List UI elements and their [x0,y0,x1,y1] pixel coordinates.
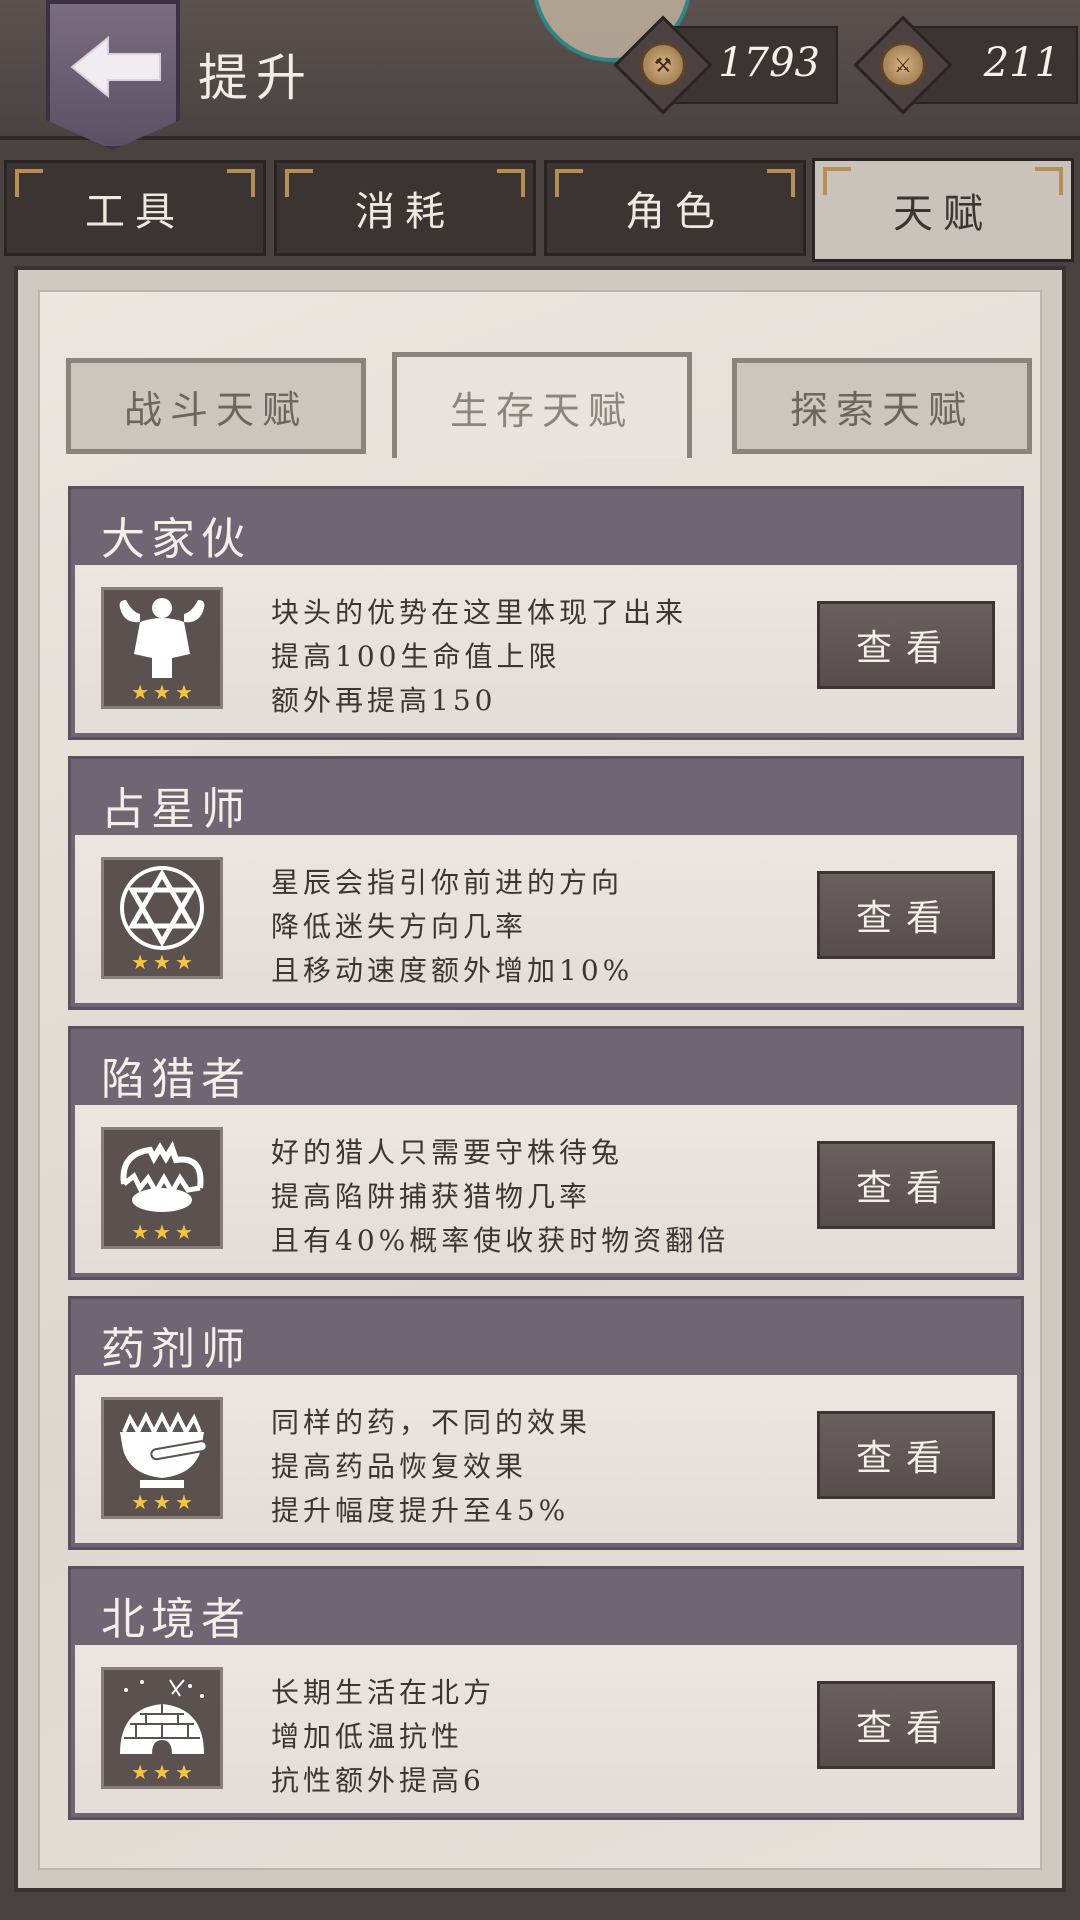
content-panel: 战斗天赋 生存天赋 探索天赋 大家伙 ★ ★ ★ 块头的优势在这里体现了出来 提… [14,266,1066,1892]
view-button-label: 查看 [855,628,956,669]
star-rating: ★ ★ ★ [131,1220,193,1244]
back-arrow-icon [70,35,161,99]
view-button[interactable]: 查看 [817,1681,995,1769]
page-title: 提升 [198,49,314,107]
tab-character[interactable]: 角色 [544,160,806,256]
talent-card: 陷猎者 ★ ★ ★ 好的猎人只需要守株待兔 提高陷阱捕获猎物几率 且有40%概率使收… [68,1026,1024,1280]
hexagram-icon: ★ ★ ★ [101,857,223,979]
talent-name: 陷猎者 [101,1054,251,1105]
talent-desc-line: 降低迷失方向几率 [271,910,528,943]
tab-label: 工具 [85,189,185,235]
currency-coins: ⚒ 1793 [613,15,840,115]
talent-name: 大家伙 [101,514,251,565]
view-button-label: 查看 [855,1168,956,1209]
main-tab-bar: 工具 消耗 角色 天赋 [0,150,1080,262]
star-rating: ★ ★ ★ [131,1490,193,1514]
tab-label: 消耗 [355,189,455,235]
back-button[interactable] [46,0,180,150]
tab-label: 角色 [625,189,725,235]
view-button[interactable]: 查看 [817,601,995,689]
currency-talent: ⚔ 211 [853,15,1080,115]
talent-desc-line: 同样的药，不同的效果 [271,1406,592,1439]
view-button-label: 查看 [855,898,956,939]
tab-label: 天赋 [893,191,993,237]
tab-talent[interactable]: 天赋 [812,158,1074,262]
talent-desc-line: 好的猎人只需要守株待兔 [271,1136,624,1169]
mortar-pestle-icon: ★ ★ ★ [101,1397,223,1519]
talent-name: 北境者 [101,1594,251,1645]
talent-card: 北境者 ★ ★ ★ 长期生活在北方 增加低温抗性 抗性额外提高6 查看 [68,1566,1024,1820]
talent-desc-line: 增加低温抗性 [271,1720,464,1753]
talent-desc-line: 长期生活在北方 [271,1676,496,1709]
talent-coin-icon: ⚔ [880,42,926,88]
view-button[interactable]: 查看 [817,871,995,959]
star-rating: ★ ★ ★ [131,680,193,704]
star-rating: ★ ★ ★ [131,1760,193,1784]
subtab-combat-talent[interactable]: 战斗天赋 [66,358,366,454]
talent-desc-line: 且移动速度额外增加10% [271,954,634,987]
currency-coins-value: 1793 [718,40,820,86]
view-button-label: 查看 [855,1438,956,1479]
subtab-label: 生存天赋 [449,389,634,433]
view-button[interactable]: 查看 [817,1141,995,1229]
talent-desc-line: 提高药品恢复效果 [271,1450,528,1483]
subtab-label: 战斗天赋 [123,387,308,432]
coin-icon: ⚒ [640,42,686,88]
subtab-label: 探索天赋 [789,387,974,432]
talent-card: 大家伙 ★ ★ ★ 块头的优势在这里体现了出来 提高100生命值上限 额外再提高15… [68,486,1024,740]
paper-background: 战斗天赋 生存天赋 探索天赋 大家伙 ★ ★ ★ 块头的优势在这里体现了出来 提… [38,290,1042,1870]
view-button[interactable]: 查看 [817,1411,995,1499]
subtab-explore-talent[interactable]: 探索天赋 [732,358,1032,454]
talent-desc-line: 块头的优势在这里体现了出来 [271,596,688,629]
talent-desc-line: 提高100生命值上限 [271,640,561,673]
talent-desc-line: 且有40%概率使收获时物资翻倍 [271,1224,730,1257]
talent-name: 药剂师 [101,1324,251,1375]
muscle-man-icon: ★ ★ ★ [101,587,223,709]
subtab-survival-talent[interactable]: 生存天赋 [392,352,692,458]
star-rating: ★ ★ ★ [131,950,193,974]
talent-desc-line: 星辰会指引你前进的方向 [271,866,624,899]
talent-desc-line: 额外再提高150 [271,684,497,717]
bear-trap-icon: ★ ★ ★ [101,1127,223,1249]
talent-card: 药剂师 ★★★ 同样的药，不同的效果 提高药品恢复效果 提升幅度提升至45% [68,1296,1024,1550]
talent-card: 占星师 ★ ★ ★ 星辰会指引你前进的方向 降低迷失方向几率 且移动速度额外增加10… [68,756,1024,1010]
tab-consumables[interactable]: 消耗 [274,160,536,256]
igloo-icon: ★ ★ ★ [101,1667,223,1789]
talent-desc-line: 抗性额外提高6 [271,1764,485,1797]
view-button-label: 查看 [855,1708,956,1749]
talent-desc-line: 提高陷阱捕获猎物几率 [271,1180,592,1213]
tab-tools[interactable]: 工具 [4,160,266,256]
currency-talent-value: 211 [983,40,1060,86]
talent-name: 占星师 [101,784,251,835]
talent-desc-line: 提升幅度提升至45% [271,1494,570,1527]
